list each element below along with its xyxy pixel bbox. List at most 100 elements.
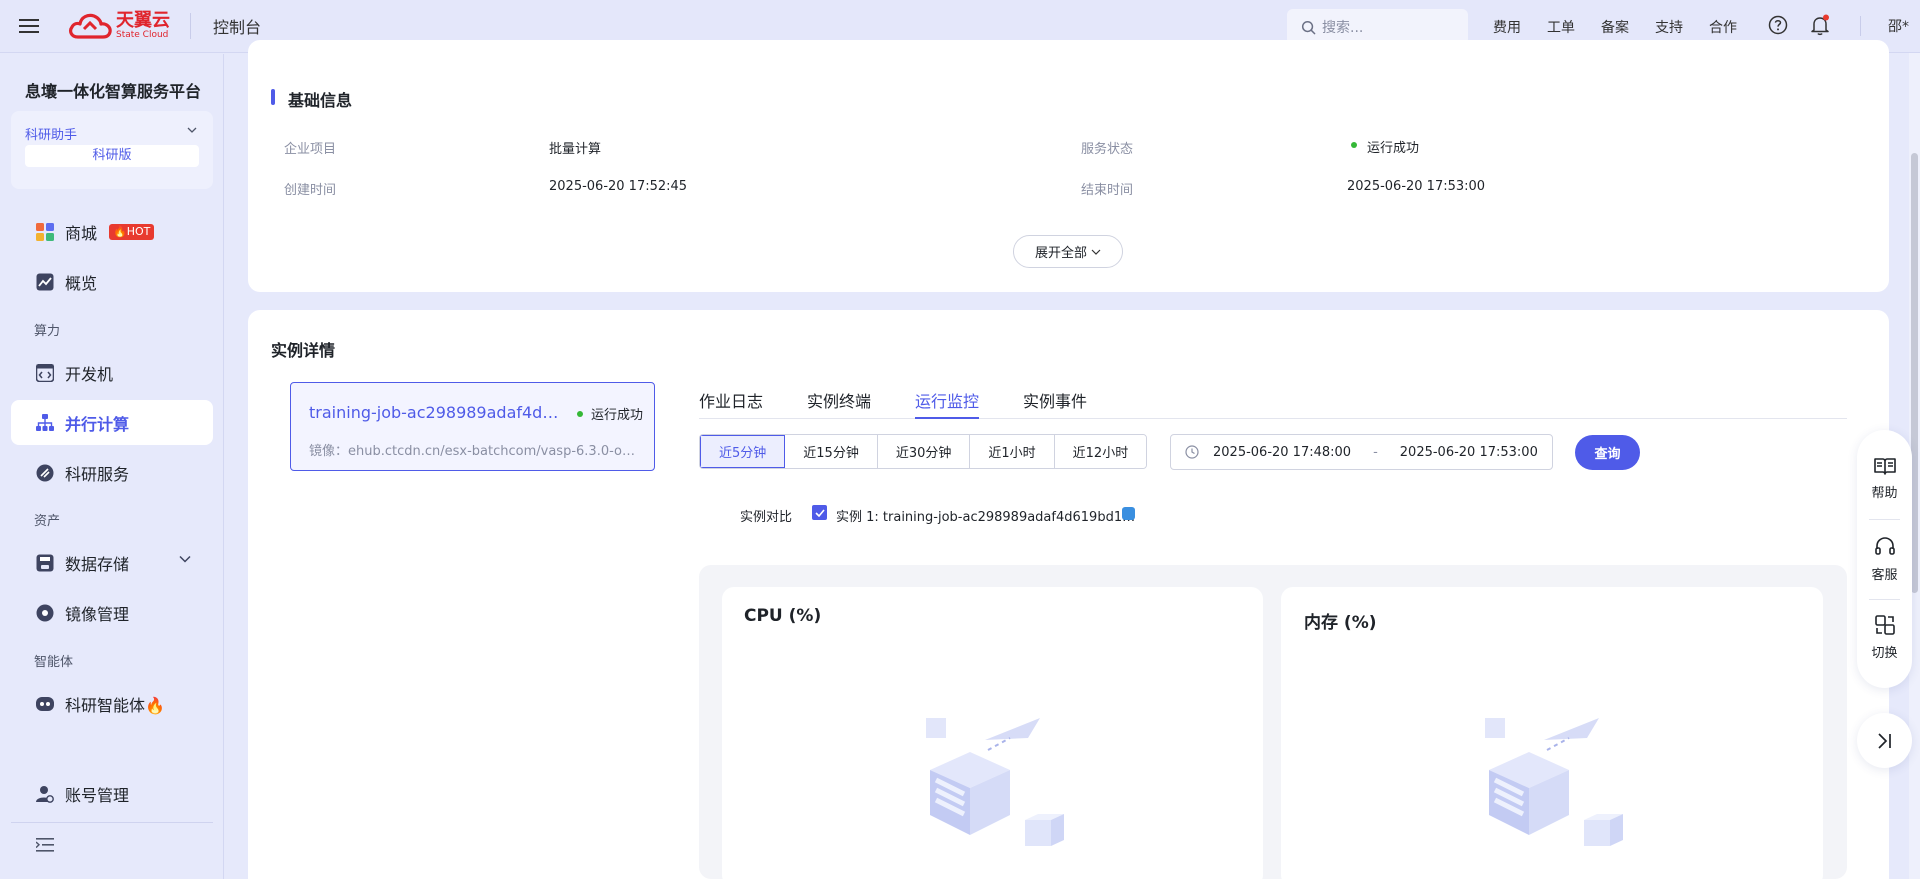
customer-service-label: 客服 (1871, 568, 1898, 583)
collapse-right-icon (1877, 732, 1891, 749)
series-color-swatch (1122, 507, 1135, 520)
memory-chart-title: 内存 (%) (1304, 613, 1377, 633)
menu-icon[interactable] (0, 0, 58, 53)
range-5min[interactable]: 近5分钟 (700, 435, 786, 468)
empty-state-icon (1469, 710, 1629, 860)
image-icon (35, 603, 55, 623)
search-placeholder: 搜索... (1322, 20, 1364, 36)
query-button[interactable]: 查询 (1575, 435, 1640, 470)
collapse-panel-button[interactable] (1857, 713, 1912, 768)
sidebar: 息壤一体化智算服务平台 科研助手 科研版 商城 🔥HOT 概览 算力 开发机 并… (0, 54, 224, 879)
field-label: 企业项目 (284, 142, 337, 157)
switch-icon (1874, 615, 1895, 635)
header-divider-right (1860, 16, 1861, 36)
switch-label: 切换 (1871, 646, 1898, 661)
sidebar-item-label: 科研智能体🔥 (65, 695, 165, 715)
help-label: 帮助 (1871, 486, 1898, 501)
tab-job-log[interactable]: 作业日志 (699, 388, 763, 419)
instance-status: 运行成功 (577, 404, 643, 423)
header-divider (190, 13, 191, 39)
basic-info-title: 基础信息 (288, 91, 353, 110)
sidebar-item-shop[interactable]: 商城 🔥HOT (11, 209, 213, 254)
help-circle-icon[interactable] (1768, 15, 1788, 35)
collapse-sidebar-icon[interactable] (36, 838, 54, 852)
date-range-picker[interactable]: 2025-06-20 17:48:00 - 2025-06-20 17:53:0… (1170, 434, 1553, 470)
float-divider (1869, 599, 1900, 600)
shop-icon (35, 222, 55, 242)
sidebar-item-storage[interactable]: 数据存储 (11, 540, 213, 585)
nav-fees[interactable]: 费用 (1493, 17, 1521, 37)
sidebar-divider (11, 822, 213, 823)
cloud-logo-icon (69, 13, 112, 39)
tab-instance-terminal[interactable]: 实例终端 (807, 388, 871, 419)
expand-all-button[interactable]: 展开全部 (1013, 235, 1123, 268)
console-link[interactable]: 控制台 (213, 14, 261, 38)
nav-support[interactable]: 支持 (1655, 17, 1683, 37)
chevron-down-icon (179, 555, 191, 563)
empty-state-icon (910, 710, 1070, 860)
date-start: 2025-06-20 17:48:00 (1213, 444, 1352, 460)
bell-icon[interactable] (1809, 14, 1831, 36)
field-label: 创建时间 (284, 183, 337, 198)
section-agents: 智能体 (34, 655, 74, 670)
status-dot (1351, 142, 1357, 148)
sidebar-item-devbox[interactable]: 开发机 (11, 350, 213, 395)
range-30min[interactable]: 近30分钟 (877, 435, 971, 468)
sidebar-item-label: 账号管理 (65, 785, 130, 805)
nav-filing[interactable]: 备案 (1601, 17, 1629, 37)
sidebar-item-overview[interactable]: 概览 (11, 259, 213, 304)
tab-instance-events[interactable]: 实例事件 (1023, 388, 1087, 419)
agent-icon (35, 694, 55, 714)
switch-button[interactable]: 切换 (1857, 614, 1912, 661)
instance-card[interactable]: training-job-ac298989adaf4d61… 运行成功 镜像：e… (290, 382, 655, 471)
field-value: 2025-06-20 17:53:00 (1347, 179, 1486, 194)
date-end: 2025-06-20 17:53:00 (1399, 444, 1538, 460)
sidebar-item-research-agent[interactable]: 科研智能体🔥 (11, 681, 213, 726)
tab-run-monitoring[interactable]: 运行监控 (915, 388, 980, 419)
float-divider (1869, 519, 1900, 520)
logo-text: 天翼云 (116, 10, 170, 31)
compare-checkbox[interactable] (812, 505, 827, 520)
cluster-icon (35, 413, 55, 433)
section-accent-bar (271, 89, 275, 105)
status-dot (577, 410, 583, 417)
sidebar-item-label: 数据存储 (65, 554, 130, 574)
floating-toolbar: 帮助 客服 切换 (1857, 430, 1912, 688)
compare-instance-label: 实例 1: training-job-ac298989adaf4d619bd1… (836, 510, 1136, 525)
sidebar-item-label: 概览 (65, 273, 98, 293)
time-range-group: 近5分钟 近15分钟 近30分钟 近1小时 近12小时 (699, 434, 1148, 469)
field-label: 结束时间 (1081, 183, 1134, 198)
sidebar-item-image-management[interactable]: 镜像管理 (11, 590, 213, 635)
date-separator: - (1373, 444, 1378, 460)
sidebar-item-parallel-compute[interactable]: 并行计算 (11, 400, 213, 445)
platform-title: 息壤一体化智算服务平台 (25, 82, 202, 101)
user-menu[interactable]: 邵* (1888, 16, 1909, 36)
nav-partner[interactable]: 合作 (1709, 17, 1737, 37)
sidebar-item-account[interactable]: 账号管理 (11, 771, 213, 816)
search-icon (1301, 20, 1316, 34)
range-15min[interactable]: 近15分钟 (785, 435, 878, 468)
sidebar-item-label: 开发机 (65, 364, 114, 384)
customer-service-button[interactable]: 客服 (1857, 536, 1912, 583)
field-value: 运行成功 (1367, 141, 1420, 156)
assistant-selector[interactable]: 科研助手 科研版 (11, 111, 213, 189)
sidebar-item-label: 并行计算 (65, 414, 130, 434)
range-1h[interactable]: 近1小时 (970, 435, 1055, 468)
nav-tickets[interactable]: 工单 (1547, 17, 1575, 37)
edition-badge: 科研版 (25, 145, 199, 167)
field-label: 服务状态 (1081, 142, 1134, 157)
account-icon (35, 784, 55, 804)
help-button[interactable]: 帮助 (1857, 456, 1912, 501)
sidebar-item-research-service[interactable]: 科研服务 (11, 450, 213, 495)
range-12h[interactable]: 近12小时 (1054, 435, 1147, 468)
hot-badge: 🔥HOT (109, 223, 155, 240)
scrollbar-thumb[interactable] (1911, 153, 1918, 593)
field-value: 2025-06-20 17:52:45 (549, 179, 688, 194)
instance-name: training-job-ac298989adaf4d61… (309, 403, 559, 422)
section-compute: 算力 (34, 324, 61, 339)
assistant-label: 科研助手 (25, 128, 78, 143)
headset-icon (1874, 537, 1895, 555)
book-icon (1873, 458, 1896, 475)
logo[interactable]: 天翼云 State Cloud (68, 11, 170, 41)
chevron-down-icon (1091, 249, 1101, 255)
